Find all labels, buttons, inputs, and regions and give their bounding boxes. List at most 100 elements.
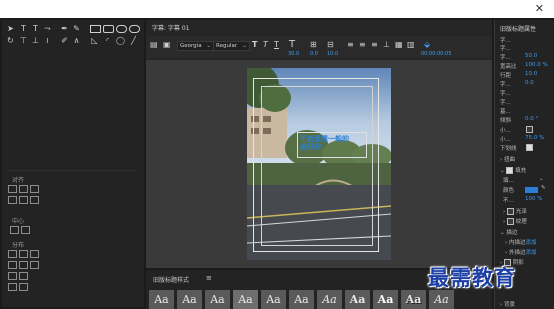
- arc-tool-icon[interactable]: ◜: [103, 36, 112, 45]
- leading-icon[interactable]: ⊟: [327, 40, 334, 49]
- small-caps-checkbox[interactable]: [526, 126, 533, 133]
- style-swatch[interactable]: Aa: [177, 290, 202, 309]
- texture-checkbox[interactable]: [506, 218, 514, 225]
- fill-checkbox[interactable]: [506, 167, 514, 174]
- align-bottom-icon[interactable]: [30, 196, 39, 204]
- distribute-middle-icon[interactable]: [30, 261, 39, 269]
- font-style-dropdown[interactable]: Regular ⌄: [213, 41, 250, 51]
- distribute-v-space-icon[interactable]: [19, 272, 28, 280]
- align-center-h-icon[interactable]: [19, 185, 28, 193]
- font-size-icon[interactable]: T: [289, 40, 295, 50]
- kerning-value[interactable]: 0.0: [310, 51, 318, 57]
- style-swatch[interactable]: Aa: [429, 290, 454, 309]
- style-swatch[interactable]: Aa: [345, 290, 370, 309]
- menu-icon[interactable]: ▤: [150, 40, 158, 49]
- font-size-prop-value[interactable]: 50.0: [525, 53, 537, 59]
- eyedropper-icon[interactable]: ✎: [541, 185, 546, 191]
- leading-prop-value[interactable]: 10.0: [525, 71, 537, 77]
- bold-icon[interactable]: T: [252, 40, 257, 49]
- align-right-icon[interactable]: [30, 185, 39, 193]
- wedge-tool-icon[interactable]: ◺: [90, 36, 99, 45]
- area-type-tool-icon[interactable]: T: [31, 24, 40, 33]
- show-video-icon[interactable]: ▥: [407, 40, 415, 49]
- texture-row[interactable]: › 纹理: [503, 217, 527, 225]
- background-row[interactable]: › 背景: [500, 300, 515, 308]
- italic-icon[interactable]: T: [263, 40, 268, 49]
- ellipse-tool-icon[interactable]: [129, 25, 140, 33]
- distribute-center-icon[interactable]: [19, 250, 28, 258]
- styles-menu-icon[interactable]: ≡: [206, 274, 212, 282]
- underline-icon[interactable]: T: [274, 40, 279, 49]
- rotate-tool-icon[interactable]: ↻: [6, 36, 15, 45]
- style-swatch[interactable]: Aa: [205, 290, 230, 309]
- rounded-rect-tool-icon[interactable]: [103, 25, 114, 33]
- center-vertical-icon[interactable]: [21, 226, 30, 234]
- add-outer-stroke-link[interactable]: 添加: [525, 250, 536, 256]
- pen-tool-icon[interactable]: ✒: [60, 24, 69, 33]
- close-icon[interactable]: ✕: [535, 3, 544, 14]
- roll-crawl-icon[interactable]: ▣: [163, 40, 171, 49]
- selection-tool-icon[interactable]: ➤: [6, 24, 15, 33]
- vertical-area-type-icon[interactable]: ⊥: [31, 36, 40, 45]
- vertical-path-type-icon[interactable]: ≀: [43, 36, 52, 45]
- sheen-checkbox[interactable]: [506, 208, 514, 215]
- type-tool-icon[interactable]: T: [19, 24, 28, 33]
- small-caps-size-value[interactable]: 75.0 %: [525, 135, 544, 141]
- distribute-right-icon[interactable]: [30, 250, 39, 258]
- distribute-extra-icon[interactable]: [8, 283, 17, 291]
- distribute-left-icon[interactable]: [8, 250, 17, 258]
- distribute-bottom-icon[interactable]: [8, 272, 17, 280]
- align-center-text-icon[interactable]: ≡: [359, 40, 366, 49]
- convert-anchor-tool-icon[interactable]: ∧: [72, 36, 81, 45]
- kerning-prop-value[interactable]: 0.0: [525, 80, 534, 86]
- stroke-section[interactable]: ⌄ 描边: [500, 228, 517, 236]
- distribute-h-space-icon[interactable]: [8, 261, 17, 269]
- delete-anchor-tool-icon[interactable]: ✐: [60, 36, 69, 45]
- sheen-row[interactable]: › 光泽: [503, 207, 527, 215]
- distort-section[interactable]: › 扭曲: [500, 155, 515, 163]
- fill-section[interactable]: ⌄ 填充: [500, 166, 526, 174]
- style-swatch[interactable]: Aa: [317, 290, 342, 309]
- path-type-tool-icon[interactable]: ⤳: [43, 24, 52, 33]
- opacity-value[interactable]: 100 %: [525, 196, 542, 202]
- style-swatch[interactable]: Aa: [233, 290, 258, 309]
- leading-value[interactable]: 10.0: [327, 51, 338, 57]
- style-swatch[interactable]: Aa: [149, 290, 174, 309]
- vertical-type-tool-icon[interactable]: ⊤: [19, 36, 28, 45]
- align-left-icon[interactable]: [8, 185, 17, 193]
- align-right-text-icon[interactable]: ≡: [371, 40, 378, 49]
- add-anchor-tool-icon[interactable]: ✎: [72, 24, 81, 33]
- add-inner-stroke-link[interactable]: 添加: [525, 240, 536, 246]
- clipped-rect-tool-icon[interactable]: [116, 25, 127, 33]
- aspect-prop-value[interactable]: 100.0 %: [525, 62, 548, 68]
- style-swatch[interactable]: Aa: [289, 290, 314, 309]
- style-swatch[interactable]: Aa: [261, 290, 286, 309]
- panel-tab-title[interactable]: 字幕: 字幕 01: [152, 23, 189, 32]
- align-top-icon[interactable]: [8, 196, 17, 204]
- ellipse-small-tool-icon[interactable]: ◯: [116, 36, 125, 45]
- align-left-text-icon[interactable]: ≡: [347, 40, 354, 49]
- center-horizontal-icon[interactable]: [10, 226, 19, 234]
- style-swatch[interactable]: Aa: [373, 290, 398, 309]
- slant-prop-value[interactable]: 0.0 °: [525, 116, 538, 122]
- inner-stroke-row[interactable]: › 内描边添加: [505, 238, 536, 246]
- fill-type-dropdown-icon[interactable]: ⌄: [539, 176, 544, 182]
- fill-color-swatch[interactable]: [525, 187, 538, 193]
- distribute-extra2-icon[interactable]: [19, 283, 28, 291]
- tab-stops-icon[interactable]: ⊥: [383, 40, 390, 49]
- safe-margins-icon[interactable]: ▦: [395, 40, 403, 49]
- distribute-top-icon[interactable]: [19, 261, 28, 269]
- background-video-icon[interactable]: ⬙: [424, 40, 430, 49]
- line-tool-icon[interactable]: ╱: [129, 36, 138, 45]
- underline-checkbox[interactable]: [526, 144, 533, 151]
- title-canvas[interactable]: 不若爱情一般的 美好的: [146, 60, 492, 268]
- font-family-dropdown[interactable]: Georgia ⌄: [177, 41, 214, 51]
- align-center-v-icon[interactable]: [19, 196, 28, 204]
- kerning-icon[interactable]: ⊞: [310, 40, 317, 49]
- font-size-value[interactable]: 30.0: [288, 51, 299, 57]
- text-box[interactable]: 不若爱情一般的 美好的: [297, 132, 367, 158]
- rectangle-tool-icon[interactable]: [90, 25, 101, 33]
- style-swatch[interactable]: Aa: [401, 290, 426, 309]
- timecode-value[interactable]: 00:00:00:05: [421, 51, 452, 57]
- outer-stroke-row[interactable]: › 外描边添加: [505, 248, 536, 256]
